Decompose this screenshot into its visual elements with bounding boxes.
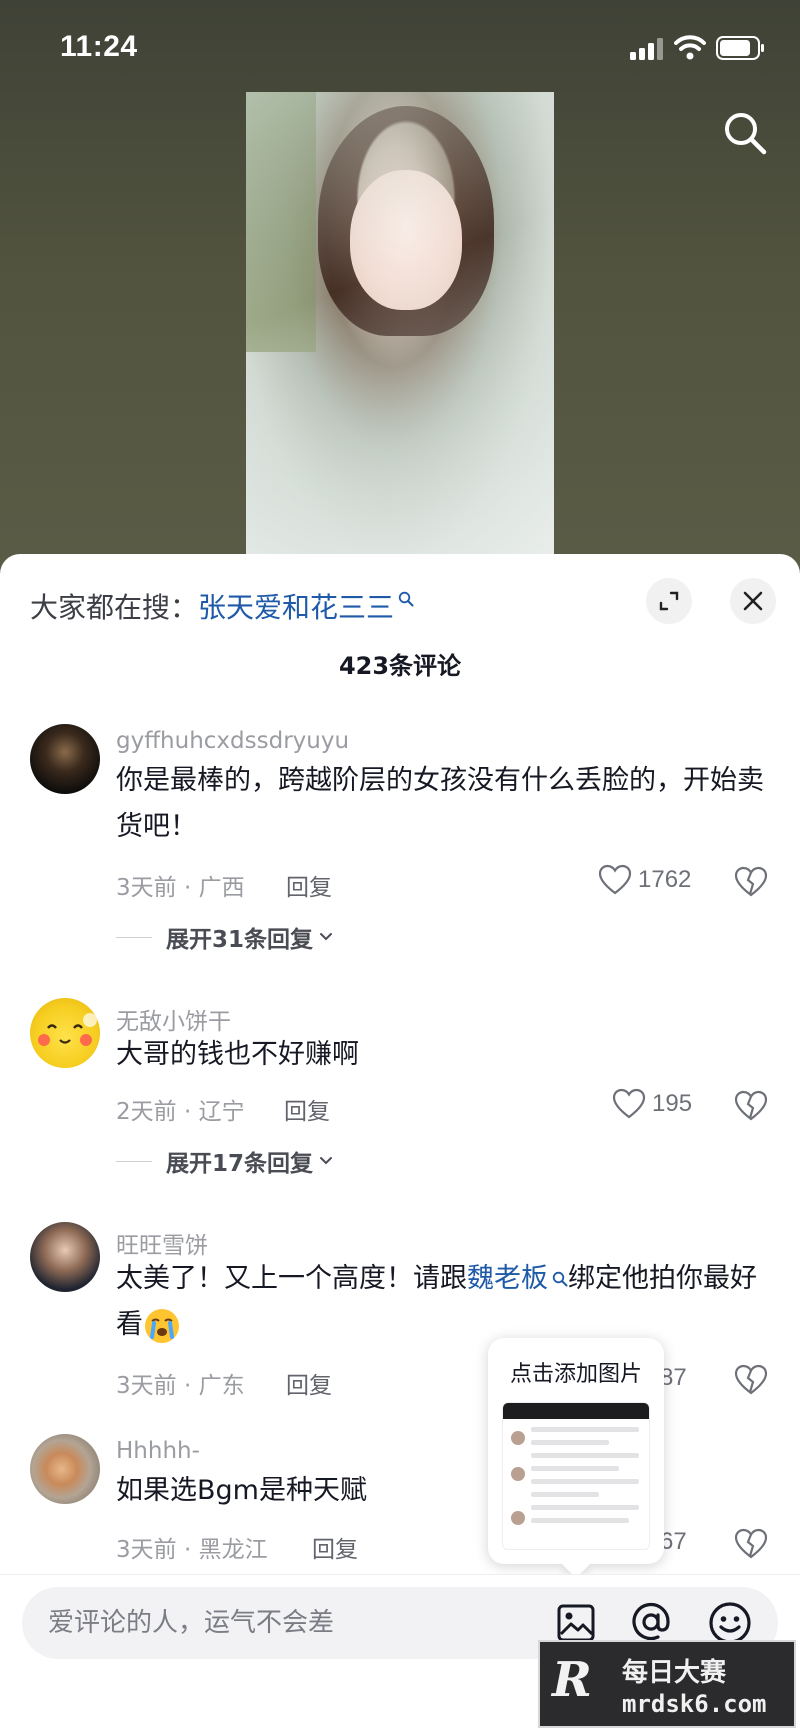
avatar[interactable]: [30, 724, 100, 794]
avatar[interactable]: [30, 998, 100, 1068]
trending-prefix: 大家都在搜：: [30, 591, 199, 624]
thumbnail-header: [503, 1403, 649, 1419]
comment-meta: 2天前 · 辽宁: [116, 1099, 245, 1125]
trending-search-bar[interactable]: 大家都在搜： 张天爱和花三三: [30, 584, 414, 628]
comment-text: 太美了！又上一个高度！请跟魏老板 绑定他拍你最好看: [116, 1256, 776, 1348]
dislike-icon[interactable]: [734, 866, 768, 898]
close-sheet-button[interactable]: [730, 578, 776, 624]
pikachu-face-icon: [38, 1013, 97, 1046]
heart-icon: [598, 864, 632, 895]
expand-icon: [659, 591, 679, 611]
chevron-down-icon: [320, 933, 333, 941]
comment-count: 423条评论: [338, 652, 462, 680]
like-count: 195: [652, 1090, 693, 1117]
battery-icon: [716, 36, 764, 60]
comment-username[interactable]: 旺旺雪饼: [116, 1226, 208, 1260]
like-count: 1762: [638, 866, 692, 893]
emoji-icon[interactable]: [708, 1601, 752, 1645]
divider-line: [116, 936, 152, 938]
heart-icon: [612, 1088, 646, 1119]
trending-search-link[interactable]: 张天爱和花三三: [198, 586, 394, 626]
mention-search-link[interactable]: 魏老板: [467, 1263, 548, 1294]
watermark-title: 每日大赛: [622, 1658, 727, 1688]
mini-search-icon: [552, 1271, 568, 1287]
crying-emoji-icon: [145, 1308, 179, 1343]
status-bar: 11:24: [0, 0, 800, 92]
watermark-r-logo: R: [552, 1652, 592, 1708]
thumbnail-line: [531, 1518, 629, 1523]
screenshot-thumbnail[interactable]: [502, 1402, 650, 1550]
like-count: 67: [660, 1528, 687, 1555]
cellular-signal-icon: [630, 38, 663, 60]
at-mention-icon[interactable]: [630, 1601, 672, 1643]
thumbnail-avatar: [511, 1467, 525, 1481]
video-veil: [246, 92, 554, 562]
dislike-icon[interactable]: [734, 1090, 768, 1122]
thumbnail-avatar: [511, 1431, 525, 1445]
expand-sheet-button[interactable]: [646, 578, 692, 624]
reply-button[interactable]: 回复: [284, 1092, 330, 1126]
expand-replies-label: 展开31条回复: [166, 927, 314, 953]
thumbnail-line: [531, 1427, 639, 1432]
wifi-icon: [674, 35, 706, 60]
dislike-icon[interactable]: [734, 1364, 768, 1396]
expand-replies-button[interactable]: 展开31条回复: [116, 920, 333, 954]
like-button[interactable]: 1762: [598, 864, 691, 896]
thumbnail-line: [531, 1466, 619, 1471]
search-icon[interactable]: [722, 110, 768, 156]
add-image-label: 点击添加图片: [509, 1362, 642, 1387]
watermark-logo: R 每日大赛 mrdsk6.com: [538, 1640, 796, 1728]
comment-text: 如果选Bgm是种天赋: [116, 1475, 367, 1506]
thumbnail-line: [531, 1453, 639, 1458]
dislike-icon[interactable]: [734, 1528, 768, 1560]
avatar[interactable]: [30, 1222, 100, 1292]
avatar[interactable]: [30, 1434, 100, 1504]
comment-meta: 3天前 · 广西: [116, 875, 245, 901]
mini-search-icon: [398, 591, 414, 607]
video-thumbnail[interactable]: [246, 92, 554, 562]
comment-username[interactable]: gyffhuhcxdssdryuyu: [116, 728, 349, 754]
comment-text-part: 太美了！又上一个高度！请跟: [116, 1263, 467, 1294]
thumbnail-line: [531, 1440, 609, 1445]
divider-line: [116, 1160, 152, 1162]
comment-meta: 3天前 · 广东: [116, 1373, 245, 1399]
thumbnail-avatar: [511, 1511, 525, 1525]
comment-sheet: 大家都在搜： 张天爱和花三三 423条评论 gyffhuhcxdssdryuyu…: [0, 554, 800, 1732]
thumbnail-line: [531, 1492, 599, 1497]
expand-replies-button[interactable]: 展开17条回复: [116, 1144, 333, 1178]
comment-username[interactable]: Hhhhh-: [116, 1438, 200, 1464]
add-image-popup[interactable]: 点击添加图片: [488, 1338, 664, 1579]
close-icon: [743, 591, 763, 611]
status-time: 11:24: [60, 30, 138, 63]
reply-button[interactable]: 回复: [286, 1366, 332, 1400]
comment-meta: 3天前 · 黑龙江: [116, 1537, 268, 1563]
reply-button[interactable]: 回复: [286, 868, 332, 902]
expand-replies-label: 展开17条回复: [166, 1151, 314, 1177]
comment-text: 你是最棒的，跨越阶层的女孩没有什么丢脸的，开始卖货吧！: [116, 765, 764, 842]
thumbnail-line: [531, 1479, 639, 1484]
like-button[interactable]: 195: [612, 1088, 692, 1120]
reply-button[interactable]: 回复: [312, 1530, 358, 1564]
chevron-down-icon: [320, 1157, 333, 1165]
watermark-site: mrdsk6.com: [622, 1690, 767, 1718]
like-count: 87: [660, 1364, 687, 1391]
image-icon[interactable]: [556, 1603, 596, 1643]
thumbnail-line: [531, 1505, 639, 1510]
comment-text: 大哥的钱也不好赚啊: [116, 1039, 359, 1070]
comment-username[interactable]: 无敌小饼干: [116, 1002, 231, 1036]
